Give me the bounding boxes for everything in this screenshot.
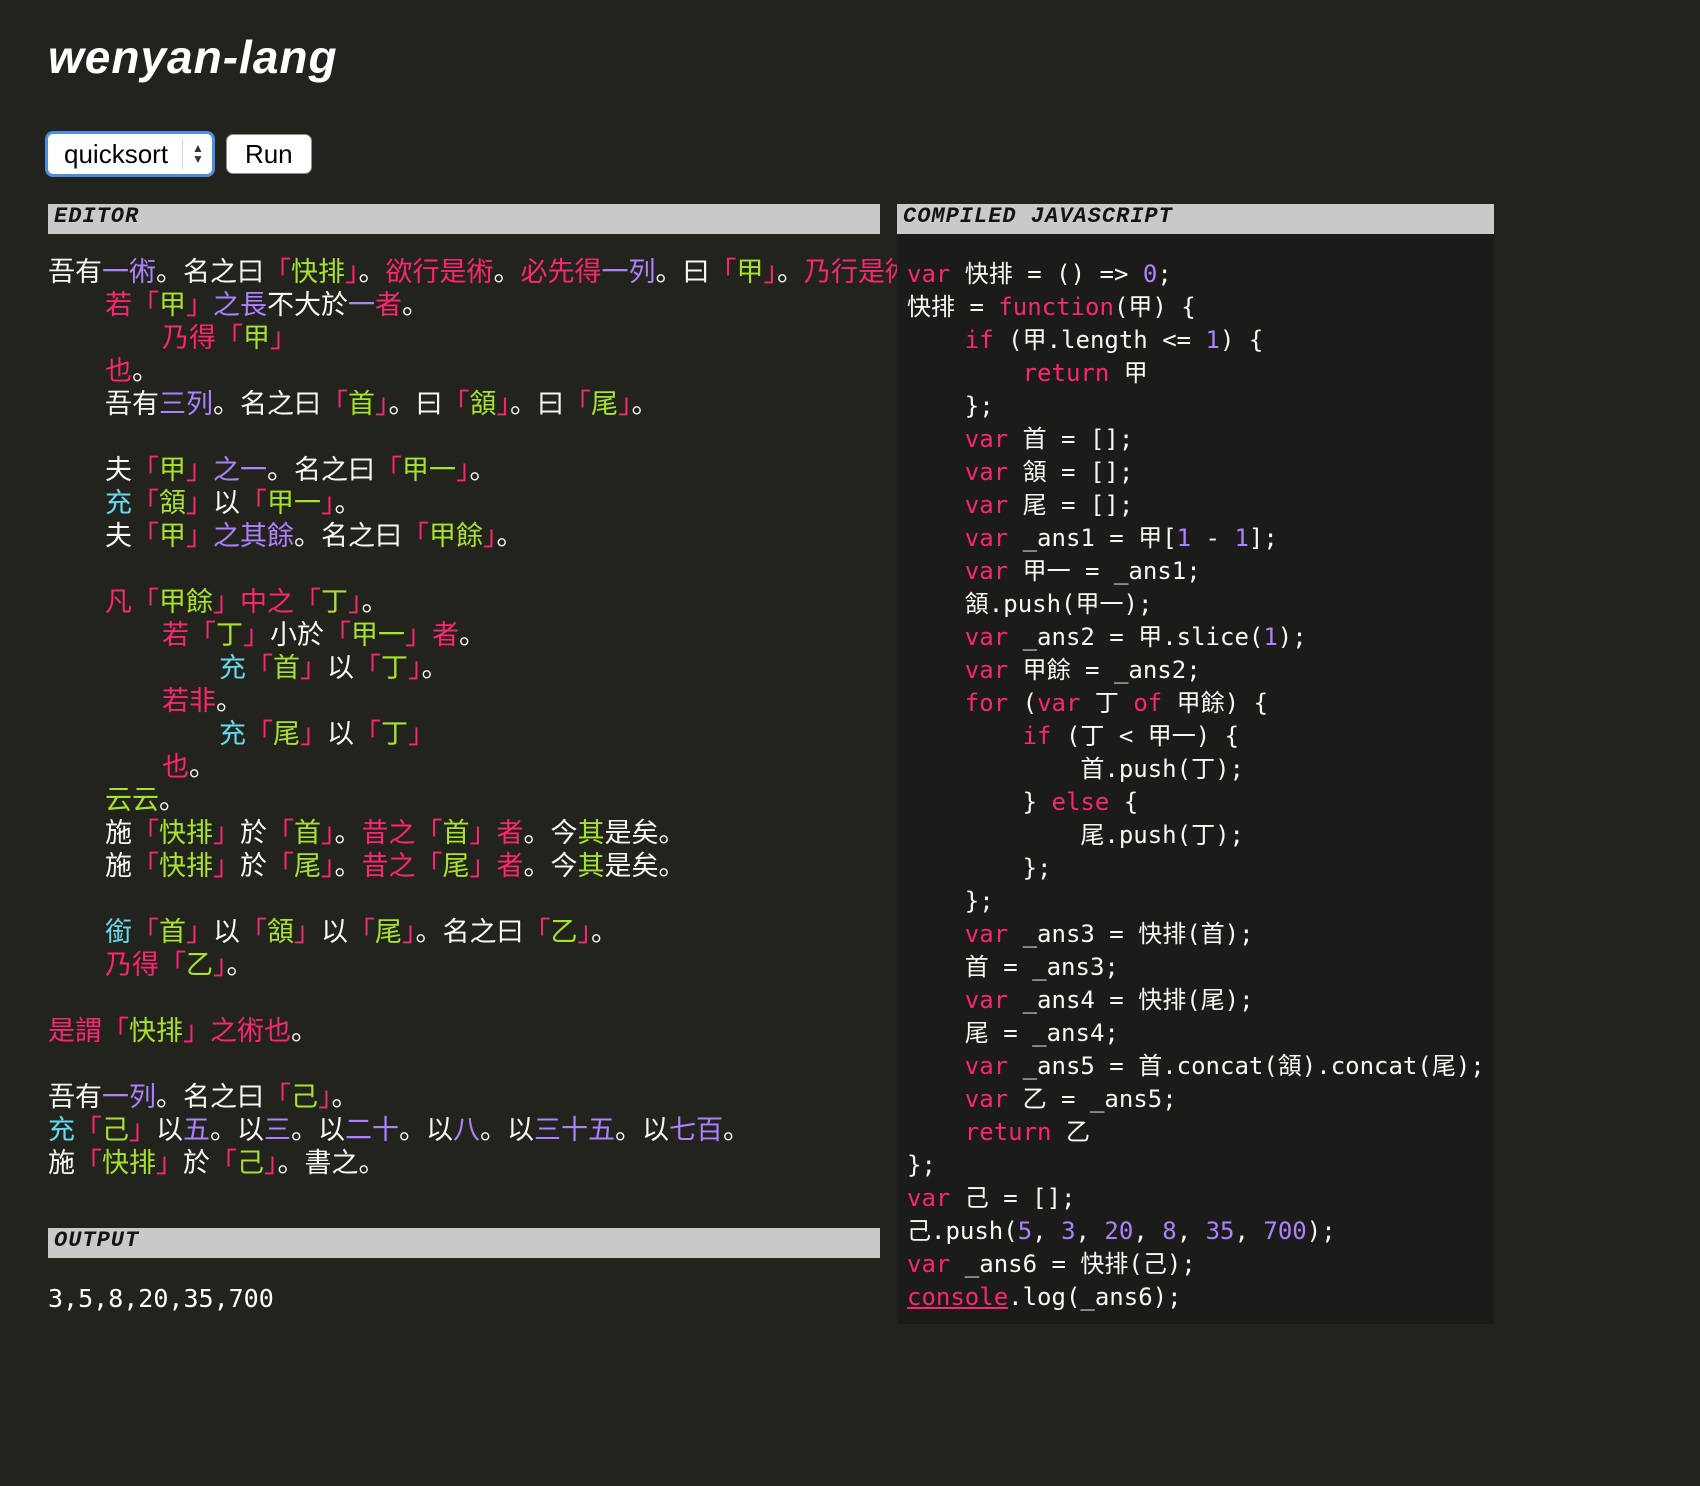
example-select-value: quicksort <box>64 138 169 169</box>
compiled-js-panel: COMPILED JAVASCRIPT var 快排 = () => 0; 快排 … <box>897 204 1494 1324</box>
code-line: 若「甲」之長不大於一者。 <box>105 290 429 320</box>
code-line: 夫「甲」之其餘。名之曰「甲餘」。 <box>105 521 524 551</box>
code-line: var _ans3 = 快排(首); <box>964 920 1254 948</box>
code-line: 充「頷」以「甲一」。 <box>105 488 362 518</box>
code-line: 施「快排」於「尾」。昔之「尾」者。今其是矣。 <box>105 851 686 881</box>
editor-code[interactable]: 吾有一術。名之曰「快排」。欲行是術。必先得一列。曰「甲」。乃行是術曰。若「甲」之… <box>48 256 966 1180</box>
code-line: var 快排 = () => 0; <box>907 260 1172 288</box>
output-text: 3,5,8,20,35,700 <box>48 1284 274 1313</box>
code-line: return 乙 <box>964 1118 1090 1146</box>
code-line: }; <box>907 392 994 420</box>
toolbar: quicksort ▲ ▼ Run <box>48 132 1700 176</box>
code-line: 尾.push(丁); <box>907 821 1244 849</box>
editor-panel-header: EDITOR <box>48 204 880 234</box>
code-line: if (丁 < 甲一) { <box>1022 722 1240 750</box>
code-line: 己.push(5, 3, 20, 8, 35, 700); <box>907 1217 1336 1245</box>
js-panel-header: COMPILED JAVASCRIPT <box>897 204 1494 234</box>
code-line: var _ans2 = 甲.slice(1); <box>964 623 1307 651</box>
run-button[interactable]: Run <box>225 134 312 174</box>
code-line: var 甲餘 = _ans2; <box>964 656 1201 684</box>
code-line: 首 = _ans3; <box>907 953 1119 981</box>
editor-column: EDITOR 吾有一術。名之曰「快排」。欲行是術。必先得一列。曰「甲」。乃行是術… <box>48 204 966 1313</box>
code-line: 吾有一列。名之曰「己」。 <box>48 1082 359 1112</box>
js-code: var 快排 = () => 0; 快排 = function(甲) { if (… <box>897 258 1494 1314</box>
code-line: 充「尾」以「丁」 <box>219 719 435 749</box>
code-line: var 乙 = _ans5; <box>964 1085 1177 1113</box>
main-columns: EDITOR 吾有一術。名之曰「快排」。欲行是術。必先得一列。曰「甲」。乃行是術… <box>48 204 1700 1324</box>
code-line: if (甲.length <= 1) { <box>964 326 1264 354</box>
code-line: } else { <box>907 788 1139 816</box>
code-line: 凡「甲餘」中之「丁」。 <box>105 587 389 617</box>
code-line: var _ans5 = 首.concat(頷).concat(尾); <box>964 1052 1485 1080</box>
code-line: 云云。 <box>105 785 186 815</box>
code-line: 若非。 <box>162 686 243 716</box>
code-line: 銜「首」以「頷」以「尾」。名之曰「乙」。 <box>105 917 618 947</box>
code-line: 也。 <box>105 356 159 386</box>
code-line: 首.push(丁); <box>907 755 1244 783</box>
code-line: 乃得「乙」。 <box>105 950 254 980</box>
code-line: 夫「甲」之一。名之曰「甲一」。 <box>105 455 497 485</box>
code-line: var 甲一 = _ans1; <box>964 557 1201 585</box>
code-line: 頷.push(甲一); <box>907 590 1153 618</box>
code-line: var _ans6 = 快排(己); <box>907 1250 1196 1278</box>
page-title: wenyan-lang <box>48 31 338 83</box>
code-line: 尾 = _ans4; <box>907 1019 1119 1047</box>
code-line: 是謂「快排」之術也。 <box>48 1016 318 1046</box>
code-line: console.log(_ans6); <box>907 1283 1182 1311</box>
code-line: 施「快排」於「首」。昔之「首」者。今其是矣。 <box>105 818 686 848</box>
code-line: return 甲 <box>1022 359 1148 387</box>
example-select[interactable]: quicksort ▲ ▼ <box>48 134 212 174</box>
code-line: 快排 = function(甲) { <box>907 293 1196 321</box>
code-line: for (var 丁 of 甲餘) { <box>964 689 1269 717</box>
code-line: var 尾 = []; <box>964 491 1134 519</box>
code-line: var _ans1 = 甲[1 - 1]; <box>964 524 1278 552</box>
code-line: 充「首」以「丁」。 <box>219 653 449 683</box>
code-line: }; <box>907 1151 936 1179</box>
code-line: var 頷 = []; <box>964 458 1134 486</box>
code-line: 吾有三列。名之曰「首」。曰「頷」。曰「尾」。 <box>105 389 659 419</box>
code-line: 吾有一術。名之曰「快排」。欲行是術。必先得一列。曰「甲」。乃行是術曰。 <box>48 257 966 287</box>
code-line: var 己 = []; <box>907 1184 1076 1212</box>
code-line: var 首 = []; <box>964 425 1134 453</box>
code-line: }; <box>907 887 994 915</box>
code-line: 施「快排」於「己」。書之。 <box>48 1148 386 1178</box>
page-root: wenyan-lang quicksort ▲ ▼ Run EDITOR 吾有一術… <box>0 0 1700 1364</box>
code-line: 乃得「甲」 <box>162 323 297 353</box>
code-line: 也。 <box>162 752 216 782</box>
output-panel-header: OUTPUT <box>48 1228 880 1258</box>
code-line: }; <box>907 854 1052 882</box>
code-line: var _ans4 = 快排(尾); <box>964 986 1254 1014</box>
code-line: 充「己」以五。以三。以二十。以八。以三十五。以七百。 <box>48 1115 750 1145</box>
code-line: 若「丁」小於「甲一」者。 <box>162 620 486 650</box>
select-up-down-icon: ▲ ▼ <box>182 139 204 169</box>
